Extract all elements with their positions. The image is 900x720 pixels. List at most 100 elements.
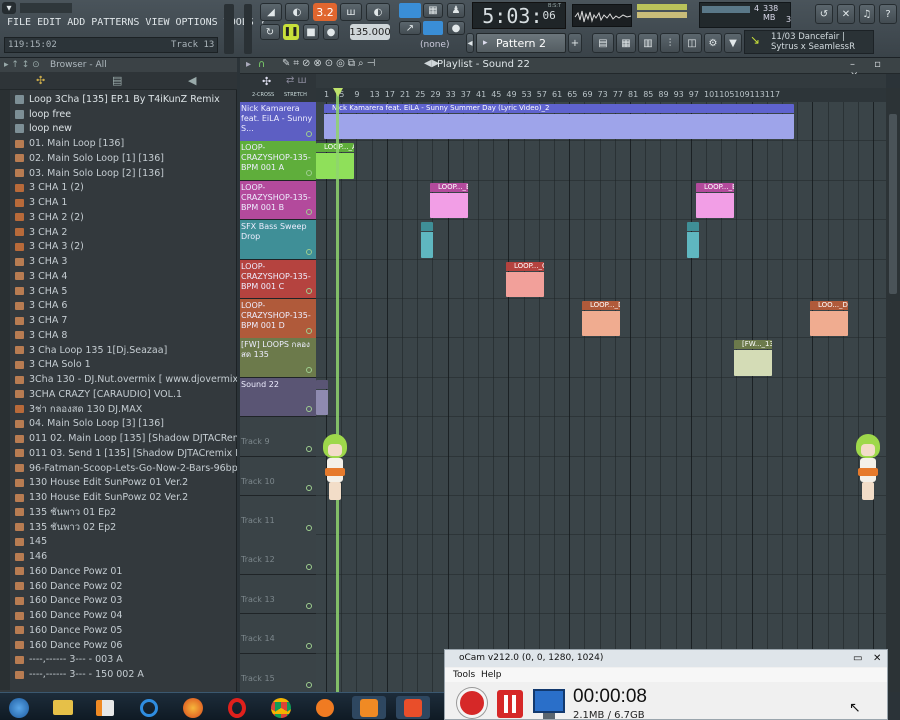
opera-icon[interactable] — [220, 696, 254, 719]
track-header[interactable]: LOOP-CRAZYSHOP-135-BPM 001 A — [240, 141, 316, 181]
chrome-icon[interactable] — [264, 696, 298, 719]
track-header[interactable]: LOOP-CRAZYSHOP-135-BPM 001 C — [240, 259, 316, 300]
play-button[interactable]: ❚❚ — [283, 24, 299, 40]
browser-item[interactable]: loop new — [0, 122, 237, 137]
playlist-clip[interactable] — [316, 379, 328, 416]
menu-file[interactable]: FILE — [4, 17, 34, 33]
track-header[interactable]: Track 9 — [240, 417, 316, 457]
ocam-menu-tools[interactable]: Tools — [453, 668, 475, 682]
menu-view[interactable]: VIEW — [142, 17, 172, 33]
wait-record-icon[interactable]: ◐ — [285, 3, 309, 21]
loop-record-icon[interactable]: ◐ — [366, 3, 390, 21]
step-edit-icon[interactable]: ♟ — [447, 3, 465, 18]
playlist-clip[interactable] — [686, 222, 699, 258]
browser-item[interactable]: 145 — [0, 535, 237, 550]
track-mute-led-icon[interactable] — [306, 288, 312, 295]
track-header[interactable]: Sound 22 — [240, 377, 316, 418]
playlist-clip[interactable]: Nick Kamarera feat. EiLA - Sunny Summer … — [324, 104, 794, 140]
ocam-close-icon[interactable]: ✕ — [873, 650, 881, 667]
playhead[interactable] — [336, 88, 339, 692]
playlist-view-icon[interactable]: ▤ — [592, 33, 614, 53]
ocam-taskbar-icon[interactable] — [396, 696, 430, 719]
track-header[interactable]: Track 12 — [240, 535, 316, 575]
playlist-clip[interactable]: [FW..._135 — [734, 340, 772, 376]
browser-item[interactable]: 3 CHA 1 (2) — [0, 181, 237, 196]
browser-item[interactable]: 3 CHA 5 — [0, 284, 237, 299]
browser-item[interactable]: 3 CHA 2 — [0, 225, 237, 240]
browser-item[interactable]: 04. Main Solo Loop [3] [136] — [0, 417, 237, 432]
metronome-icon[interactable]: ◢ — [260, 3, 282, 21]
pattern-prev-arrow-icon[interactable]: ◂ — [466, 33, 474, 53]
channel-rack-icon[interactable]: ▥ — [638, 33, 658, 53]
playlist-magnet-icon[interactable]: ∩ — [258, 59, 265, 70]
piano-roll-icon[interactable]: ▦ — [616, 33, 636, 53]
fl-studio-taskbar-icon[interactable] — [352, 696, 386, 719]
browser-menu-arrow-icon[interactable]: ▸ ↑ ↕ ⊙ — [4, 58, 40, 72]
render-icon[interactable]: ▼ — [724, 33, 742, 53]
track-expand-icon[interactable]: ✣ — [262, 75, 271, 88]
master-volume-slider[interactable] — [244, 4, 252, 54]
track-mute-led-icon[interactable] — [306, 130, 312, 137]
browser-item[interactable]: 011 03. Send 1 [135] [Shadow DJTACremix … — [0, 446, 237, 461]
app-orange-icon[interactable] — [308, 696, 342, 719]
master-volume-bar[interactable] — [20, 3, 72, 13]
browser-item[interactable]: 160 Dance Powz 01 — [0, 564, 237, 579]
pattern-add-icon[interactable]: + — [568, 33, 582, 53]
browser-item[interactable]: 3 CHA 8 — [0, 328, 237, 343]
ocam-screen-icon[interactable] — [533, 689, 565, 713]
pattern-song-toggle-icon[interactable]: ↻ — [260, 24, 280, 40]
track-mute-led-icon[interactable] — [306, 248, 312, 255]
browser-item[interactable]: 01. Main Loop [136] — [0, 136, 237, 151]
browser-item[interactable]: 160 Dance Powz 05 — [0, 623, 237, 638]
browser-item[interactable]: 3 CHA 1 — [0, 195, 237, 210]
track-mute-led-icon[interactable] — [306, 485, 312, 492]
browser-item[interactable]: 160 Dance Powz 06 — [0, 638, 237, 653]
news-panel[interactable]: ↘ 11/03 Dancefair | Sytrus x SeamlessR — [744, 30, 874, 54]
ocam-minimize-icon[interactable]: ▭ — [853, 650, 862, 667]
browser-item[interactable]: 3 Cha Loop 135 1[Dj.Seazaa] — [0, 343, 237, 358]
stop-button[interactable]: ■ — [303, 24, 319, 40]
tools-icon[interactable]: ✕ — [837, 4, 855, 24]
browser-item[interactable]: 130 House Edit SunPowz 02 Ver.2 — [0, 490, 237, 505]
help-icon[interactable]: ? — [879, 4, 897, 24]
playlist-vertical-scrollbar[interactable] — [886, 88, 900, 692]
browser-item[interactable]: 160 Dance Powz 03 — [0, 594, 237, 609]
track-mute-led-icon[interactable] — [306, 209, 312, 216]
playlist-menu-arrow-icon[interactable]: ▸ — [246, 59, 251, 70]
track-mute-led-icon[interactable] — [306, 406, 312, 413]
browser-item[interactable]: 135 ชันพาว 01 Ep2 — [0, 505, 237, 520]
master-pitch-slider[interactable] — [224, 4, 234, 54]
menu-add[interactable]: ADD — [64, 17, 88, 33]
recording-filter-icon[interactable]: ● — [447, 21, 465, 35]
browser-item[interactable]: 3ช่า กลองสด 130 DJ.MAX — [0, 402, 237, 417]
explorer-icon[interactable] — [46, 696, 80, 719]
typing-keyboard-icon[interactable] — [399, 3, 421, 18]
playlist-clip[interactable]: LOOP..._B — [696, 182, 734, 219]
snap-icon[interactable]: ▦ — [423, 3, 443, 18]
ocam-pause-button[interactable] — [497, 690, 523, 718]
microphone-icon[interactable]: ♫ — [859, 4, 875, 24]
media-player-icon[interactable] — [88, 696, 122, 719]
track-header[interactable]: Track 11 — [240, 496, 316, 536]
browser-item[interactable]: 03. Main Solo Loop [2] [136] — [0, 166, 237, 181]
timeline-ruler[interactable]: 1 5 9 13 17 21 25 29 33 37 41 45 49 53 57 61 65 69 73 77 81 8… — [316, 88, 886, 102]
playlist-clip[interactable]: LOOP..._A — [316, 143, 354, 179]
browser-item[interactable]: 3 CHA 7 — [0, 313, 237, 328]
playlist-grid[interactable]: Nick Kamarera feat. EiLA - Sunny Summer … — [316, 102, 886, 692]
ocam-stop-record-button[interactable] — [457, 688, 487, 718]
playlist-tools-icon[interactable]: ✎⌗⊘⊗⊙◎⧉⌕⊣ — [282, 58, 378, 69]
link-icon[interactable] — [423, 21, 443, 35]
plugin-picker-icon[interactable]: ⚙ — [704, 33, 722, 53]
track-header[interactable]: LOOP-CRAZYSHOP-135-BPM 001 B — [240, 180, 316, 221]
browser-item[interactable]: 3 CHA Solo 1 — [0, 358, 237, 373]
playhead-marker-icon[interactable] — [333, 88, 343, 97]
undo-icon[interactable]: ↺ — [815, 4, 833, 24]
channel-selector[interactable]: (none) — [420, 40, 449, 50]
track-header[interactable]: Track 15 — [240, 653, 316, 694]
track-mute-led-icon[interactable] — [306, 524, 312, 531]
track-mute-led-icon[interactable] — [306, 366, 312, 373]
browser-item[interactable]: 130 House Edit SunPowz 01 Ver.2 — [0, 476, 237, 491]
record-button[interactable]: ● — [323, 24, 339, 40]
browser-item[interactable]: 3 CHA 4 — [0, 269, 237, 284]
overview-bar[interactable] — [316, 74, 886, 88]
